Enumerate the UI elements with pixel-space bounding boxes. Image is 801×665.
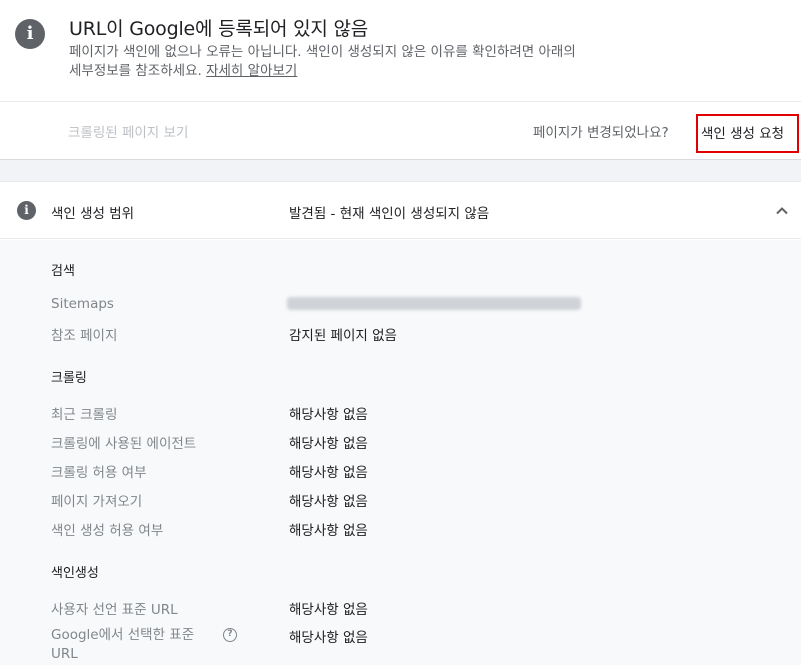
group-title-search: 검색 (51, 264, 75, 279)
section-separator (0, 159, 801, 181)
google-canonical-label: Google에서 선택한 표준 URL (51, 627, 195, 662)
sitemap-url-blurred (287, 297, 581, 310)
description-text: 페이지가 색인에 없으나 오류는 아닙니다. 색인이 생성되지 않은 이유를 확… (69, 44, 576, 79)
group-title-crawl: 크롤링 (51, 371, 87, 386)
crawl-allowed-value: 해당사항 없음 (289, 465, 368, 481)
last-crawl-value: 해당사항 없음 (289, 407, 368, 423)
page-changed-question: 페이지가 변경되었나요? (533, 125, 669, 141)
indexing-allowed-label: 색인 생성 허용 여부 (51, 523, 164, 539)
learn-more-link[interactable]: 자세히 알아보기 (206, 63, 297, 79)
request-indexing-button[interactable]: 색인 생성 요청 (696, 114, 799, 153)
info-icon: i (17, 201, 36, 220)
crawl-agent-label: 크롤링에 사용된 에이전트 (51, 436, 197, 452)
help-icon[interactable]: ? (223, 628, 237, 642)
chevron-up-icon[interactable] (773, 202, 791, 220)
action-row: 크롤링된 페이지 보기 페이지가 변경되었나요? 색인 생성 요청 (0, 102, 801, 159)
google-canonical-value: 해당사항 없음 (289, 630, 368, 646)
header-description: 페이지가 색인에 없으나 오류는 아닙니다. 색인이 생성되지 않은 이유를 확… (69, 43, 589, 81)
crawl-allowed-label: 크롤링 허용 여부 (51, 465, 147, 481)
user-canonical-label: 사용자 선언 표준 URL (51, 602, 178, 618)
info-icon: i (15, 19, 45, 49)
referring-page-value: 감지된 페이지 없음 (289, 328, 397, 344)
coverage-status: 발견됨 - 현재 색인이 생성되지 않음 (289, 206, 490, 222)
inspection-header: i URL이 Google에 등록되어 있지 않음 페이지가 색인에 없으나 오… (0, 0, 801, 101)
page-fetch-label: 페이지 가져오기 (51, 494, 143, 510)
indexing-allowed-value: 해당사항 없음 (289, 523, 368, 539)
page-title: URL이 Google에 등록되어 있지 않음 (69, 18, 369, 40)
coverage-details: 검색 Sitemaps 참조 페이지 감지된 페이지 없음 크롤링 최근 크롤링… (0, 240, 801, 665)
page-fetch-value: 해당사항 없음 (289, 494, 368, 510)
group-title-indexing: 색인생성 (51, 566, 99, 581)
referring-page-label: 참조 페이지 (51, 328, 118, 344)
view-crawled-page-button[interactable]: 크롤링된 페이지 보기 (68, 121, 188, 141)
sitemaps-label: Sitemaps (51, 296, 114, 312)
last-crawl-label: 최근 크롤링 (51, 407, 118, 423)
user-canonical-value: 해당사항 없음 (289, 602, 368, 618)
crawl-agent-value: 해당사항 없음 (289, 436, 368, 452)
coverage-section-header[interactable]: i 색인 생성 범위 발견됨 - 현재 색인이 생성되지 않음 (0, 181, 801, 239)
coverage-label: 색인 생성 범위 (51, 206, 135, 222)
